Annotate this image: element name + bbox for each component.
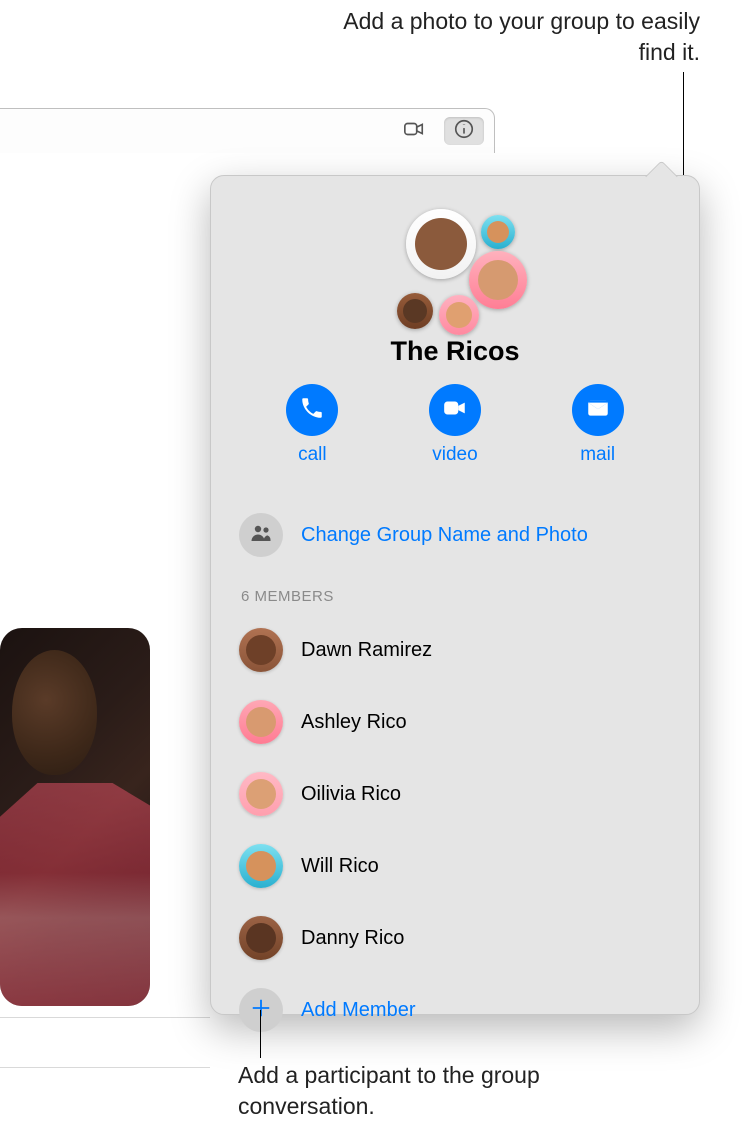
camera-icon [403,118,425,145]
mail-icon [585,395,611,426]
change-group-label: Change Group Name and Photo [301,524,588,547]
info-button[interactable] [444,117,484,145]
member-row[interactable]: Ashley Rico [239,686,671,758]
people-icon [249,521,273,550]
annotation-bottom: Add a participant to the group conversat… [238,1060,598,1122]
call-label: call [298,444,327,466]
member-row[interactable]: Oilivia Rico [239,758,671,830]
avatar [481,215,515,249]
change-group-name-photo[interactable]: Change Group Name and Photo [239,511,671,559]
group-name: The Ricos [211,336,699,367]
member-name: Dawn Ramirez [301,639,432,662]
video-icon [442,395,468,426]
member-list: Dawn Ramirez Ashley Rico Oilivia Rico Wi… [239,614,671,1046]
avatar [239,772,283,816]
message-photo[interactable] [0,628,150,1006]
avatar [439,295,479,335]
phone-icon [299,395,325,426]
divider [0,1017,210,1018]
mail-label: mail [580,444,615,466]
leader-line [260,1010,261,1058]
avatar [406,209,476,279]
add-member-label: Add Member [301,999,416,1022]
member-row[interactable]: Will Rico [239,830,671,902]
avatar [397,293,433,329]
avatar [239,700,283,744]
divider [0,1067,210,1068]
group-avatar-cluster[interactable] [211,201,699,331]
mail-button[interactable]: mail [558,384,638,466]
avatar [239,916,283,960]
call-button[interactable]: call [272,384,352,466]
avatar [239,844,283,888]
members-header: 6 MEMBERS [241,588,334,605]
video-button[interactable]: video [415,384,495,466]
member-name: Oilivia Rico [301,783,401,806]
member-row[interactable]: Dawn Ramirez [239,614,671,686]
annotation-top: Add a photo to your group to easily find… [340,6,700,68]
member-name: Will Rico [301,855,379,878]
details-popover: The Ricos call video mail Change Group N… [210,175,700,1015]
info-icon [453,118,475,145]
video-label: video [432,444,477,466]
member-name: Ashley Rico [301,711,407,734]
action-row: call video mail [211,384,699,466]
plus-icon [250,997,272,1024]
add-member-button[interactable]: Add Member [239,974,671,1046]
window-chrome [0,108,495,153]
member-name: Danny Rico [301,927,404,950]
avatar [239,628,283,672]
member-row[interactable]: Danny Rico [239,902,671,974]
avatar [469,251,527,309]
conversation-background [0,153,210,913]
facetime-button[interactable] [394,117,434,145]
